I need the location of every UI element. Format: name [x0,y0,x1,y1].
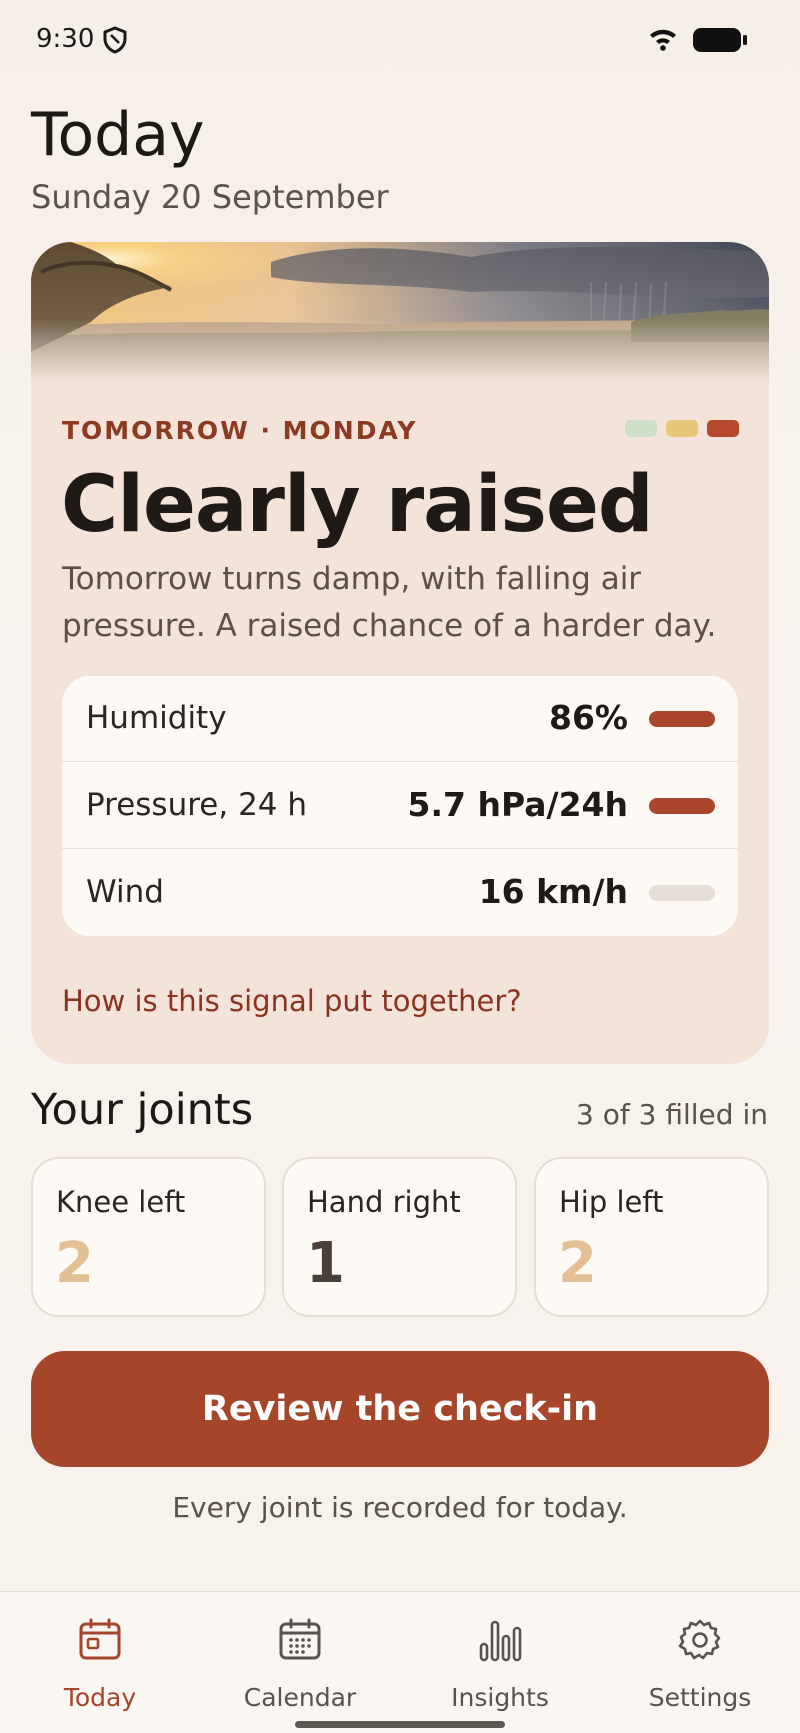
helper-text: Every joint is recorded for today. [172,1491,628,1524]
nav-item-insights[interactable]: Insights [400,1592,600,1733]
metric-row-pressure: Pressure, 24 h 5.7 hPa/24h [62,763,738,849]
review-checkin-button[interactable]: Review the check-in [31,1351,769,1467]
nav-label: Settings [648,1683,752,1712]
metric-label: Pressure, 24 h [86,787,308,823]
signal-explainer-link[interactable]: How is this signal put together? [62,984,522,1018]
joint-name: Hip left [559,1185,664,1219]
wifi-icon [650,29,676,51]
nav-label: Insights [451,1683,549,1712]
nav-label: Today [63,1683,137,1712]
metric-label: Humidity [86,700,227,736]
forecast-description: Tomorrow turns damp, with falling air pr… [62,561,717,644]
risk-level-high [707,420,739,437]
bar-chart-icon [479,1620,522,1662]
metric-level-bar [649,798,715,814]
calendar-grid-icon [279,1618,321,1660]
status-bar: 9:30 [0,0,800,80]
calendar-day-icon [79,1618,121,1660]
risk-level-low [625,420,657,437]
page-date: Sunday 20 September [31,178,389,216]
battery-icon [693,28,747,52]
joint-score: 2 [55,1231,94,1296]
nav-label: Calendar [243,1683,357,1712]
joint-card-hand-right[interactable]: Hand right 1 [282,1157,517,1317]
joint-name: Hand right [307,1185,461,1219]
page-title: Today [31,100,205,170]
metric-value: 5.7 hPa/24h [407,785,628,824]
metric-row-humidity: Humidity 86% [62,676,738,762]
metric-level-bar [649,885,715,901]
status-time: 9:30 [36,24,95,54]
risk-level-medium [666,420,698,437]
forecast-eyebrow: TOMORROW · MONDAY [62,416,418,445]
forecast-card: TOMORROW · MONDAY Clearly raised Tomorro… [31,242,769,1064]
metric-label: Wind [86,874,164,910]
metric-value: 16 km/h [478,872,628,911]
bottom-nav: Today Calendar Insights Settings [0,1591,800,1733]
joint-card-hip-left[interactable]: Hip left 2 [534,1157,769,1317]
joint-card-knee-left[interactable]: Knee left 2 [31,1157,266,1317]
nav-item-calendar[interactable]: Calendar [200,1592,400,1733]
home-indicator [295,1721,505,1728]
metric-row-wind: Wind 16 km/h [62,850,738,936]
shield-icon [103,26,127,54]
metric-value: 86% [549,698,628,737]
gear-icon [678,1619,721,1660]
joint-name: Knee left [56,1185,186,1219]
nav-item-today[interactable]: Today [0,1592,200,1733]
forecast-headline: Clearly raised [61,460,654,550]
joint-score: 1 [306,1231,345,1296]
metric-level-bar [649,711,715,727]
risk-level-indicator [625,420,739,437]
joint-score: 2 [558,1231,597,1296]
joints-count: 3 of 3 filled in [576,1098,768,1131]
landscape-hero-image [31,242,769,382]
weather-metrics-list: Humidity 86% Pressure, 24 h 5.7 hPa/24h … [62,676,738,936]
joints-section-title: Your joints [31,1085,254,1135]
nav-item-settings[interactable]: Settings [600,1592,800,1733]
